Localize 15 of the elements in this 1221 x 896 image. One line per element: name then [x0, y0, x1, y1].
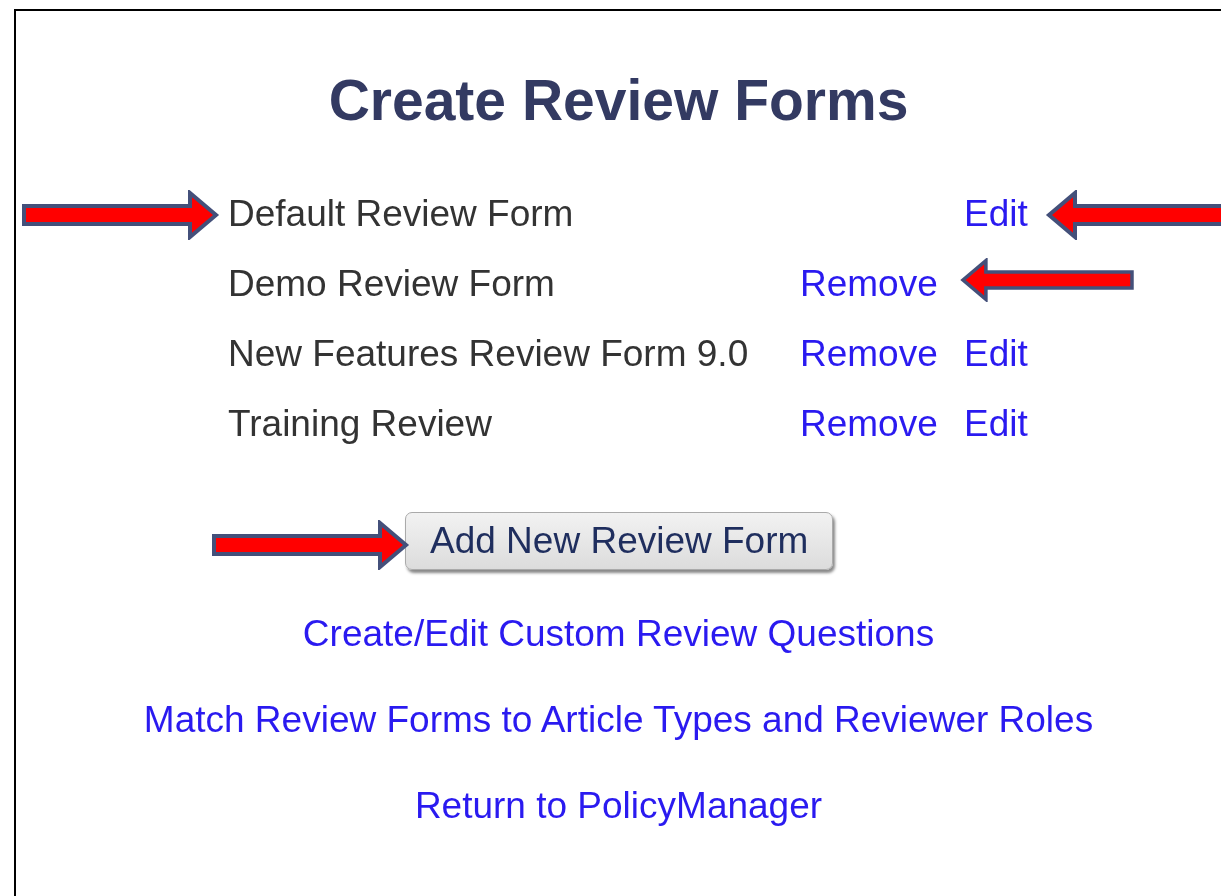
form-name: New Features Review Form 9.0 — [228, 333, 750, 375]
form-name: Default Review Form — [228, 193, 575, 235]
form-name: Demo Review Form — [228, 263, 556, 305]
form-name: Training Review — [228, 403, 493, 445]
remove-link[interactable]: Remove — [800, 333, 938, 374]
page-title: Create Review Forms — [327, 67, 910, 133]
navigation-link[interactable]: Match Review Forms to Article Types and Reviewer Roles — [143, 698, 1094, 742]
edit-link[interactable]: Edit — [964, 333, 1028, 374]
remove-link[interactable]: Remove — [800, 403, 938, 444]
add-form-button[interactable]: Add New Review Form — [405, 512, 834, 570]
edit-link[interactable]: Edit — [964, 403, 1028, 444]
edit-link[interactable]: Edit — [964, 193, 1028, 234]
navigation-link[interactable]: Create/Edit Custom Review Questions — [302, 612, 935, 656]
remove-link[interactable]: Remove — [800, 263, 938, 304]
navigation-link[interactable]: Return to PolicyManager — [414, 784, 823, 828]
